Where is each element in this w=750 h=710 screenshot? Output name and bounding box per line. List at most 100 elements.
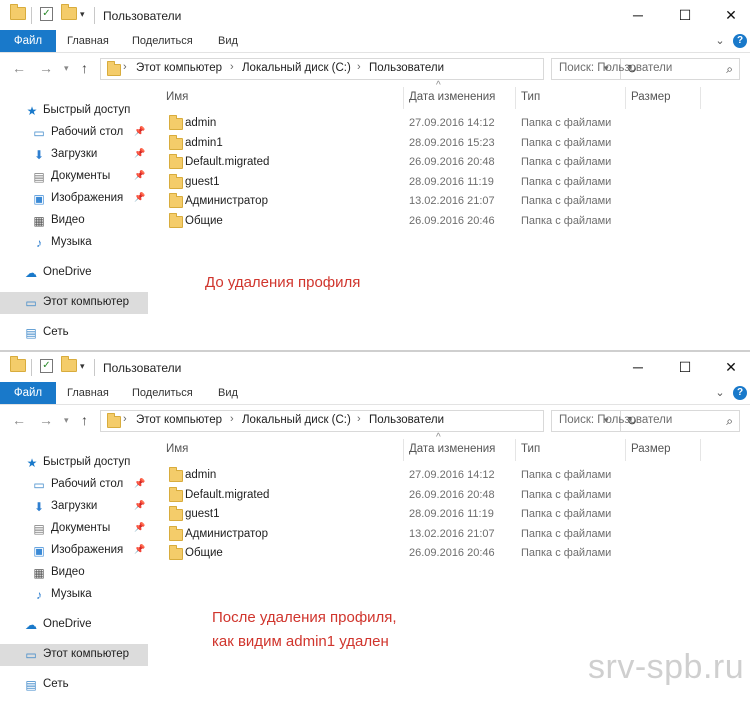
nav-item-pictures[interactable]: ▣ Изображения 📌	[0, 188, 148, 210]
recent-locations-icon[interactable]: ▾	[64, 63, 69, 74]
column-header-size[interactable]: Размер	[631, 85, 671, 109]
column-divider[interactable]	[625, 439, 626, 461]
tab-file[interactable]: Файл	[0, 30, 56, 52]
tab-view[interactable]: Вид	[218, 382, 238, 404]
column-divider[interactable]	[515, 439, 516, 461]
new-folder-icon[interactable]	[61, 356, 77, 375]
file-row[interactable]: Общие 26.09.2016 20:46 Папка с файлами	[160, 212, 640, 231]
new-folder-icon[interactable]	[61, 4, 77, 23]
maximize-icon[interactable]: ☐	[662, 4, 708, 26]
nav-item-this-pc[interactable]: ▭ Этот компьютер	[0, 644, 148, 666]
tab-file[interactable]: Файл	[0, 382, 56, 404]
close-icon[interactable]: ✕	[708, 4, 750, 26]
tab-share[interactable]: Поделиться	[132, 382, 193, 404]
expand-ribbon-icon[interactable]: ⌄	[712, 385, 728, 401]
column-divider[interactable]	[403, 439, 404, 461]
breadcrumb-local-disk[interactable]: Локальный диск (C:)	[242, 62, 351, 74]
nav-item-onedrive[interactable]: ☁ OneDrive	[0, 614, 148, 636]
file-row[interactable]: Default.migrated 26.09.2016 20:48 Папка …	[160, 486, 640, 505]
chevron-down-icon[interactable]: ▾	[80, 9, 85, 25]
column-header-type[interactable]: Тип	[521, 85, 540, 109]
search-icon[interactable]: ⌕	[726, 62, 733, 77]
nav-item-pictures[interactable]: ▣ Изображения 📌	[0, 540, 148, 562]
expand-ribbon-icon[interactable]: ⌄	[712, 33, 728, 49]
nav-item-music[interactable]: ♪ Музыка	[0, 584, 148, 606]
chevron-down-icon[interactable]: ▾	[80, 361, 85, 377]
breadcrumb-local-disk[interactable]: Локальный диск (C:)	[242, 414, 351, 426]
breadcrumb-this-pc[interactable]: Этот компьютер	[136, 414, 222, 426]
nav-item-music[interactable]: ♪ Музыка	[0, 232, 148, 254]
maximize-icon[interactable]: ☐	[662, 356, 708, 378]
file-row[interactable]: guest1 28.09.2016 11:19 Папка с файлами	[160, 505, 640, 524]
pin-icon[interactable]: 📌	[134, 126, 145, 137]
tab-home[interactable]: Главная	[67, 382, 109, 404]
search-input[interactable]: Поиск: Пользователи ⌕	[551, 410, 740, 432]
pin-icon[interactable]: 📌	[134, 170, 145, 181]
file-row[interactable]: admin 27.09.2016 14:12 Папка с файлами	[160, 466, 640, 485]
column-divider[interactable]	[625, 87, 626, 109]
chevron-right-icon[interactable]: ›	[357, 61, 361, 73]
file-row[interactable]: Администратор 13.02.2016 21:07 Папка с ф…	[160, 192, 640, 211]
search-input[interactable]: Поиск: Пользователи ⌕	[551, 58, 740, 80]
properties-icon[interactable]: ✓	[40, 7, 53, 23]
nav-item-documents[interactable]: ▤ Документы 📌	[0, 518, 148, 540]
column-header-name[interactable]: Имя	[166, 85, 188, 109]
column-header-name[interactable]: Имя	[166, 437, 188, 461]
pin-icon[interactable]: 📌	[134, 522, 145, 533]
file-row[interactable]: guest1 28.09.2016 11:19 Папка с файлами	[160, 173, 640, 192]
pin-icon[interactable]: 📌	[134, 192, 145, 203]
breadcrumb-users[interactable]: Пользователи	[369, 414, 444, 426]
address-bar[interactable]: › Этот компьютер › Локальный диск (C:) ›…	[100, 410, 637, 432]
address-bar[interactable]: › Этот компьютер › Локальный диск (C:) ›…	[100, 58, 637, 80]
nav-item-desktop[interactable]: ▭ Рабочий стол 📌	[0, 474, 148, 496]
chevron-right-icon[interactable]: ›	[230, 413, 234, 425]
up-icon[interactable]: ↑	[81, 412, 88, 428]
column-header-date[interactable]: Дата изменения	[409, 85, 495, 109]
pin-icon[interactable]: 📌	[134, 148, 145, 159]
nav-item-documents[interactable]: ▤ Документы 📌	[0, 166, 148, 188]
recent-locations-icon[interactable]: ▾	[64, 415, 69, 426]
column-divider[interactable]	[700, 439, 701, 461]
column-divider[interactable]	[403, 87, 404, 109]
minimize-icon[interactable]: ─	[615, 356, 661, 378]
pin-icon[interactable]: 📌	[134, 544, 145, 555]
nav-item-quick-access[interactable]: ★ Быстрый доступ	[0, 452, 148, 474]
column-divider[interactable]	[515, 87, 516, 109]
tab-share[interactable]: Поделиться	[132, 30, 193, 52]
column-header-type[interactable]: Тип	[521, 437, 540, 461]
file-row[interactable]: admin 27.09.2016 14:12 Папка с файлами	[160, 114, 640, 133]
nav-item-onedrive[interactable]: ☁ OneDrive	[0, 262, 148, 284]
tab-home[interactable]: Главная	[67, 30, 109, 52]
back-icon[interactable]: ←	[12, 60, 26, 76]
back-icon[interactable]: ←	[12, 412, 26, 428]
column-divider[interactable]	[700, 87, 701, 109]
file-row[interactable]: Администратор 13.02.2016 21:07 Папка с ф…	[160, 525, 640, 544]
nav-item-downloads[interactable]: ⬇ Загрузки 📌	[0, 496, 148, 518]
nav-item-quick-access[interactable]: ★ Быстрый доступ	[0, 100, 148, 122]
breadcrumb-users[interactable]: Пользователи	[369, 62, 444, 74]
chevron-right-icon[interactable]: ›	[230, 61, 234, 73]
nav-item-network[interactable]: ▤ Сеть	[0, 322, 148, 344]
chevron-right-icon[interactable]: ›	[123, 61, 127, 73]
file-row[interactable]: Default.migrated 26.09.2016 20:48 Папка …	[160, 153, 640, 172]
pin-icon[interactable]: 📌	[134, 478, 145, 489]
search-icon[interactable]: ⌕	[726, 414, 733, 429]
pin-icon[interactable]: 📌	[134, 500, 145, 511]
chevron-right-icon[interactable]: ›	[123, 413, 127, 425]
nav-item-desktop[interactable]: ▭ Рабочий стол 📌	[0, 122, 148, 144]
up-icon[interactable]: ↑	[81, 60, 88, 76]
properties-icon[interactable]: ✓	[40, 359, 53, 375]
help-icon[interactable]: ?	[733, 34, 747, 48]
column-header-date[interactable]: Дата изменения	[409, 437, 495, 461]
column-header-size[interactable]: Размер	[631, 437, 671, 461]
nav-item-downloads[interactable]: ⬇ Загрузки 📌	[0, 144, 148, 166]
file-row[interactable]: Общие 26.09.2016 20:46 Папка с файлами	[160, 544, 640, 563]
forward-icon[interactable]: →	[39, 60, 53, 76]
tab-view[interactable]: Вид	[218, 30, 238, 52]
file-row[interactable]: admin1 28.09.2016 15:23 Папка с файлами	[160, 134, 640, 153]
help-icon[interactable]: ?	[733, 386, 747, 400]
nav-item-video[interactable]: ▦ Видео	[0, 210, 148, 232]
breadcrumb-this-pc[interactable]: Этот компьютер	[136, 62, 222, 74]
nav-item-video[interactable]: ▦ Видео	[0, 562, 148, 584]
nav-item-network[interactable]: ▤ Сеть	[0, 674, 148, 696]
